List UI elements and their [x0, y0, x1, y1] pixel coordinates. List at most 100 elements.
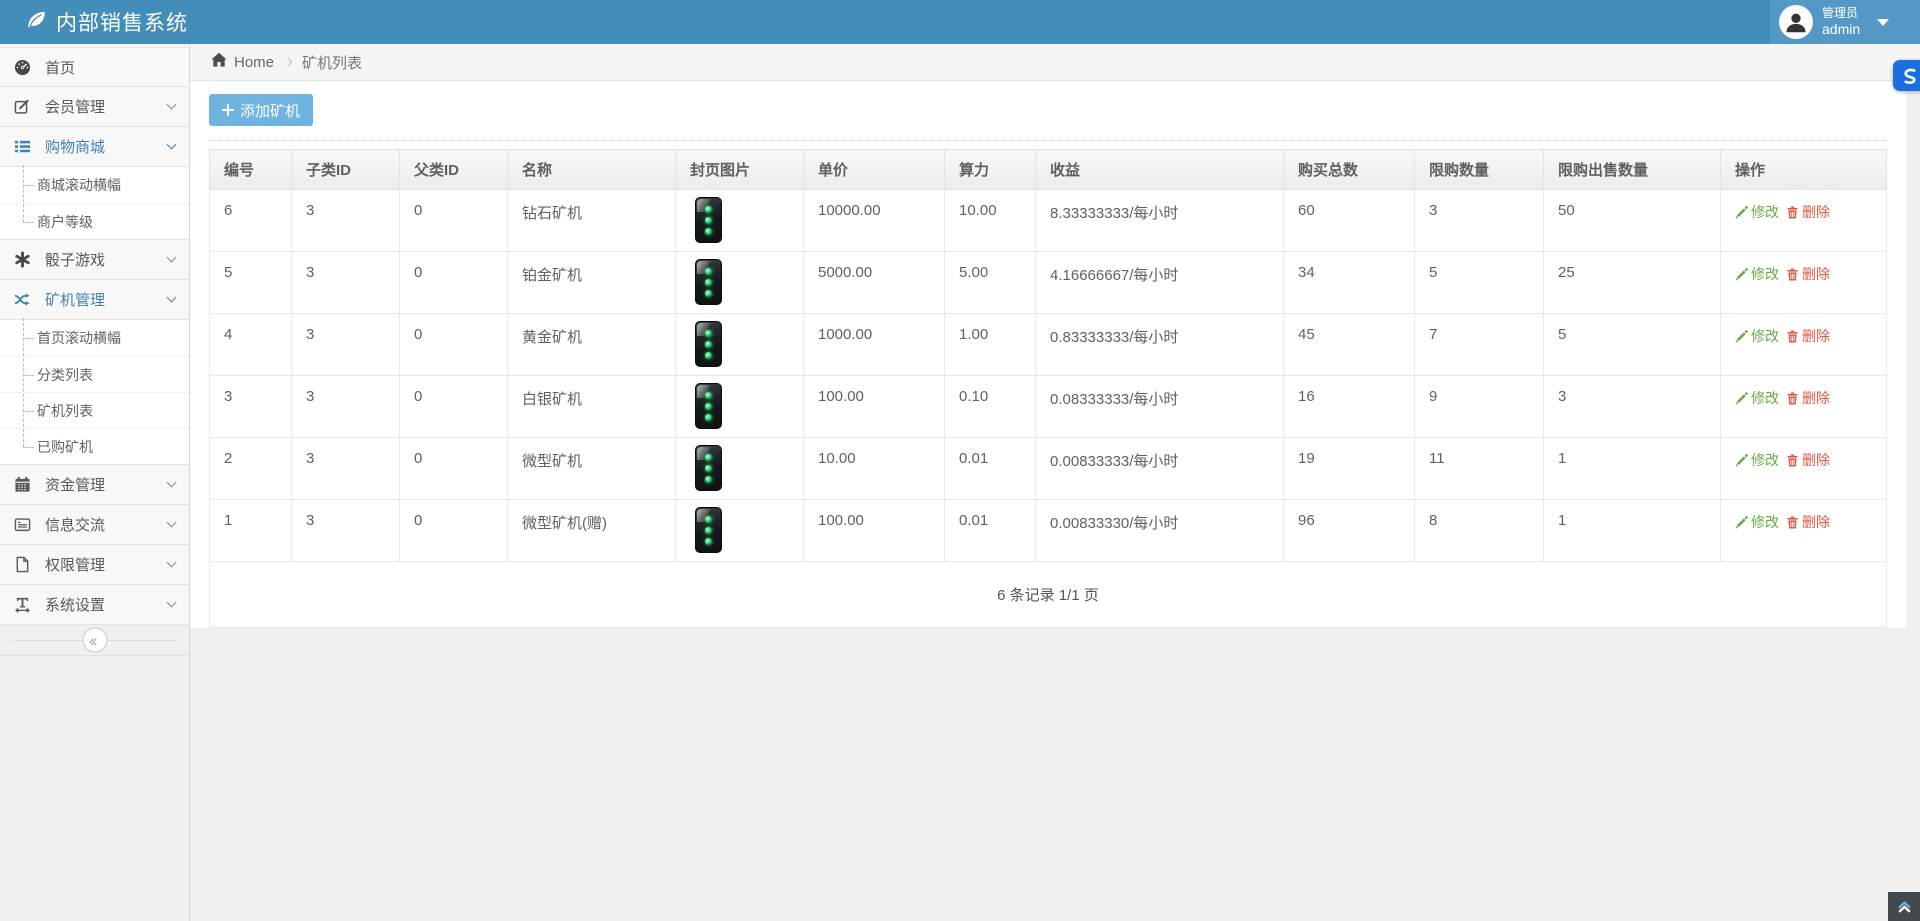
delete-link-label: 删除 [1802, 202, 1830, 222]
edit-icon [14, 98, 45, 115]
delete-link-label: 删除 [1802, 264, 1830, 284]
cell-profit: 8.33333333/每小时 [1036, 190, 1284, 252]
trash-icon [1786, 268, 1799, 281]
sidebar-item-settings[interactable]: 系统设置 [0, 585, 189, 625]
avatar [1779, 5, 1813, 39]
cell-limit-buy: 8 [1415, 500, 1544, 562]
calendar-icon [14, 476, 45, 493]
miner-image [688, 321, 728, 368]
edit-link[interactable]: 修改 [1735, 326, 1779, 346]
miner-device-picture [695, 259, 722, 305]
cell-power: 1.00 [945, 314, 1036, 376]
sidebar-subitem-label: 商城滚动横幅 [37, 175, 121, 195]
cell-price: 1000.00 [804, 314, 945, 376]
sidebar-collapse-button[interactable] [82, 628, 107, 653]
back-to-top-button[interactable] [1888, 892, 1920, 921]
main-content: Home 矿机列表 添加矿机 编号 子类ID 父类ID 名称 封页图片 [190, 44, 1920, 921]
add-miner-button-label: 添加矿机 [240, 100, 300, 121]
user-name: admin [1822, 21, 1860, 37]
sidebar-item-label: 矿机管理 [45, 289, 105, 310]
delete-link[interactable]: 删除 [1786, 388, 1830, 408]
miner-device-picture [695, 321, 722, 367]
cell-limit-buy: 7 [1415, 314, 1544, 376]
sidebar-subitem-purchased-miners[interactable]: 已购矿机 [0, 428, 189, 464]
cell-parent-id: 0 [400, 314, 508, 376]
dashboard-icon [14, 59, 45, 76]
delete-link[interactable]: 删除 [1786, 202, 1830, 222]
cell-name: 铂金矿机 [508, 252, 676, 314]
cell-name: 白银矿机 [508, 376, 676, 438]
sidebar-item-members[interactable]: 会员管理 [0, 87, 189, 127]
breadcrumb-home-label: Home [234, 54, 274, 71]
trash-icon [1786, 330, 1799, 343]
sidebar-item-permissions[interactable]: 权限管理 [0, 545, 189, 585]
sidebar-subitem-category-list[interactable]: 分类列表 [0, 356, 189, 392]
cell-power: 10.00 [945, 190, 1036, 252]
sidebar-subitem-home-banner[interactable]: 首页滚动横幅 [0, 320, 189, 356]
cell-name: 微型矿机 [508, 438, 676, 500]
edit-link-label: 修改 [1751, 388, 1779, 408]
chevron-down-icon [1877, 19, 1889, 26]
sidebar-item-messages[interactable]: 信息交流 [0, 505, 189, 545]
add-miner-button[interactable]: 添加矿机 [209, 94, 313, 126]
delete-link[interactable]: 删除 [1786, 264, 1830, 284]
edit-link[interactable]: 修改 [1735, 388, 1779, 408]
sidebar-subitem-merchant-level[interactable]: 商户等级 [0, 203, 189, 239]
cell-limit-buy: 9 [1415, 376, 1544, 438]
table-header-row: 编号 子类ID 父类ID 名称 封页图片 单价 算力 收益 购买总数 限购数量 … [210, 150, 1887, 190]
trash-icon [1786, 206, 1799, 219]
chevron-down-icon [167, 293, 177, 303]
cell-name: 钻石矿机 [508, 190, 676, 252]
sidebar-subitem-mall-banner[interactable]: 商城滚动横幅 [0, 167, 189, 203]
cell-price: 10.00 [804, 438, 945, 500]
sidebar-item-dice-game[interactable]: 骰子游戏 [0, 240, 189, 280]
cell-total-buy: 96 [1284, 500, 1415, 562]
cell-limit-sale: 3 [1544, 376, 1721, 438]
cell-cover-image [676, 190, 804, 252]
edit-link[interactable]: 修改 [1735, 202, 1779, 222]
column-header-power: 算力 [945, 150, 1036, 190]
sidebar-item-mall[interactable]: 购物商城 [0, 127, 189, 167]
chevron-down-icon [167, 598, 177, 608]
cell-id: 3 [210, 376, 292, 438]
cell-id: 2 [210, 438, 292, 500]
sidebar-item-miner-management[interactable]: 矿机管理 [0, 280, 189, 320]
sidebar-item-home[interactable]: 首页 [0, 47, 189, 87]
cell-profit: 4.16666667/每小时 [1036, 252, 1284, 314]
user-menu[interactable]: 管理员 admin [1770, 0, 1920, 44]
floating-settings-badge[interactable] [1893, 60, 1920, 91]
column-header-id: 编号 [210, 150, 292, 190]
miner-image [688, 507, 728, 554]
miner-image [688, 383, 728, 430]
delete-link[interactable]: 删除 [1786, 450, 1830, 470]
sidebar-item-label: 资金管理 [45, 474, 105, 495]
chevron-down-icon [167, 253, 177, 263]
edit-link[interactable]: 修改 [1735, 450, 1779, 470]
cell-limit-buy: 11 [1415, 438, 1544, 500]
table-row: 3 3 0 白银矿机 100.00 0.10 0.08333333/每小时 16… [210, 376, 1887, 438]
sidebar-subitem-miner-list[interactable]: 矿机列表 [0, 392, 189, 428]
delete-link-label: 删除 [1802, 388, 1830, 408]
edit-link[interactable]: 修改 [1735, 512, 1779, 532]
delete-link[interactable]: 删除 [1786, 512, 1830, 532]
sidebar-item-funds[interactable]: 资金管理 [0, 465, 189, 505]
edit-link[interactable]: 修改 [1735, 264, 1779, 284]
cell-limit-sale: 1 [1544, 438, 1721, 500]
sidebar-menu: 首页 会员管理 购物商城 商城滚动横幅 商户等级 [0, 44, 189, 656]
cell-sub-id: 3 [292, 438, 400, 500]
edit-link-label: 修改 [1751, 326, 1779, 346]
chevron-down-icon [167, 478, 177, 488]
delete-link[interactable]: 删除 [1786, 326, 1830, 346]
cell-parent-id: 0 [400, 190, 508, 252]
cell-id: 5 [210, 252, 292, 314]
breadcrumb-home-link[interactable]: Home [211, 52, 274, 73]
list-alt-icon [14, 516, 45, 533]
breadcrumb: Home 矿机列表 [190, 44, 1920, 81]
column-header-sub-id: 子类ID [292, 150, 400, 190]
column-header-actions: 操作 [1721, 150, 1887, 190]
cell-actions: 修改 删除 [1721, 438, 1887, 500]
cell-limit-sale: 50 [1544, 190, 1721, 252]
sidebar-subitem-label: 分类列表 [37, 365, 93, 385]
cell-sub-id: 3 [292, 252, 400, 314]
table-row: 1 3 0 微型矿机(赠) 100.00 0.01 0.00833330/每小时… [210, 500, 1887, 562]
